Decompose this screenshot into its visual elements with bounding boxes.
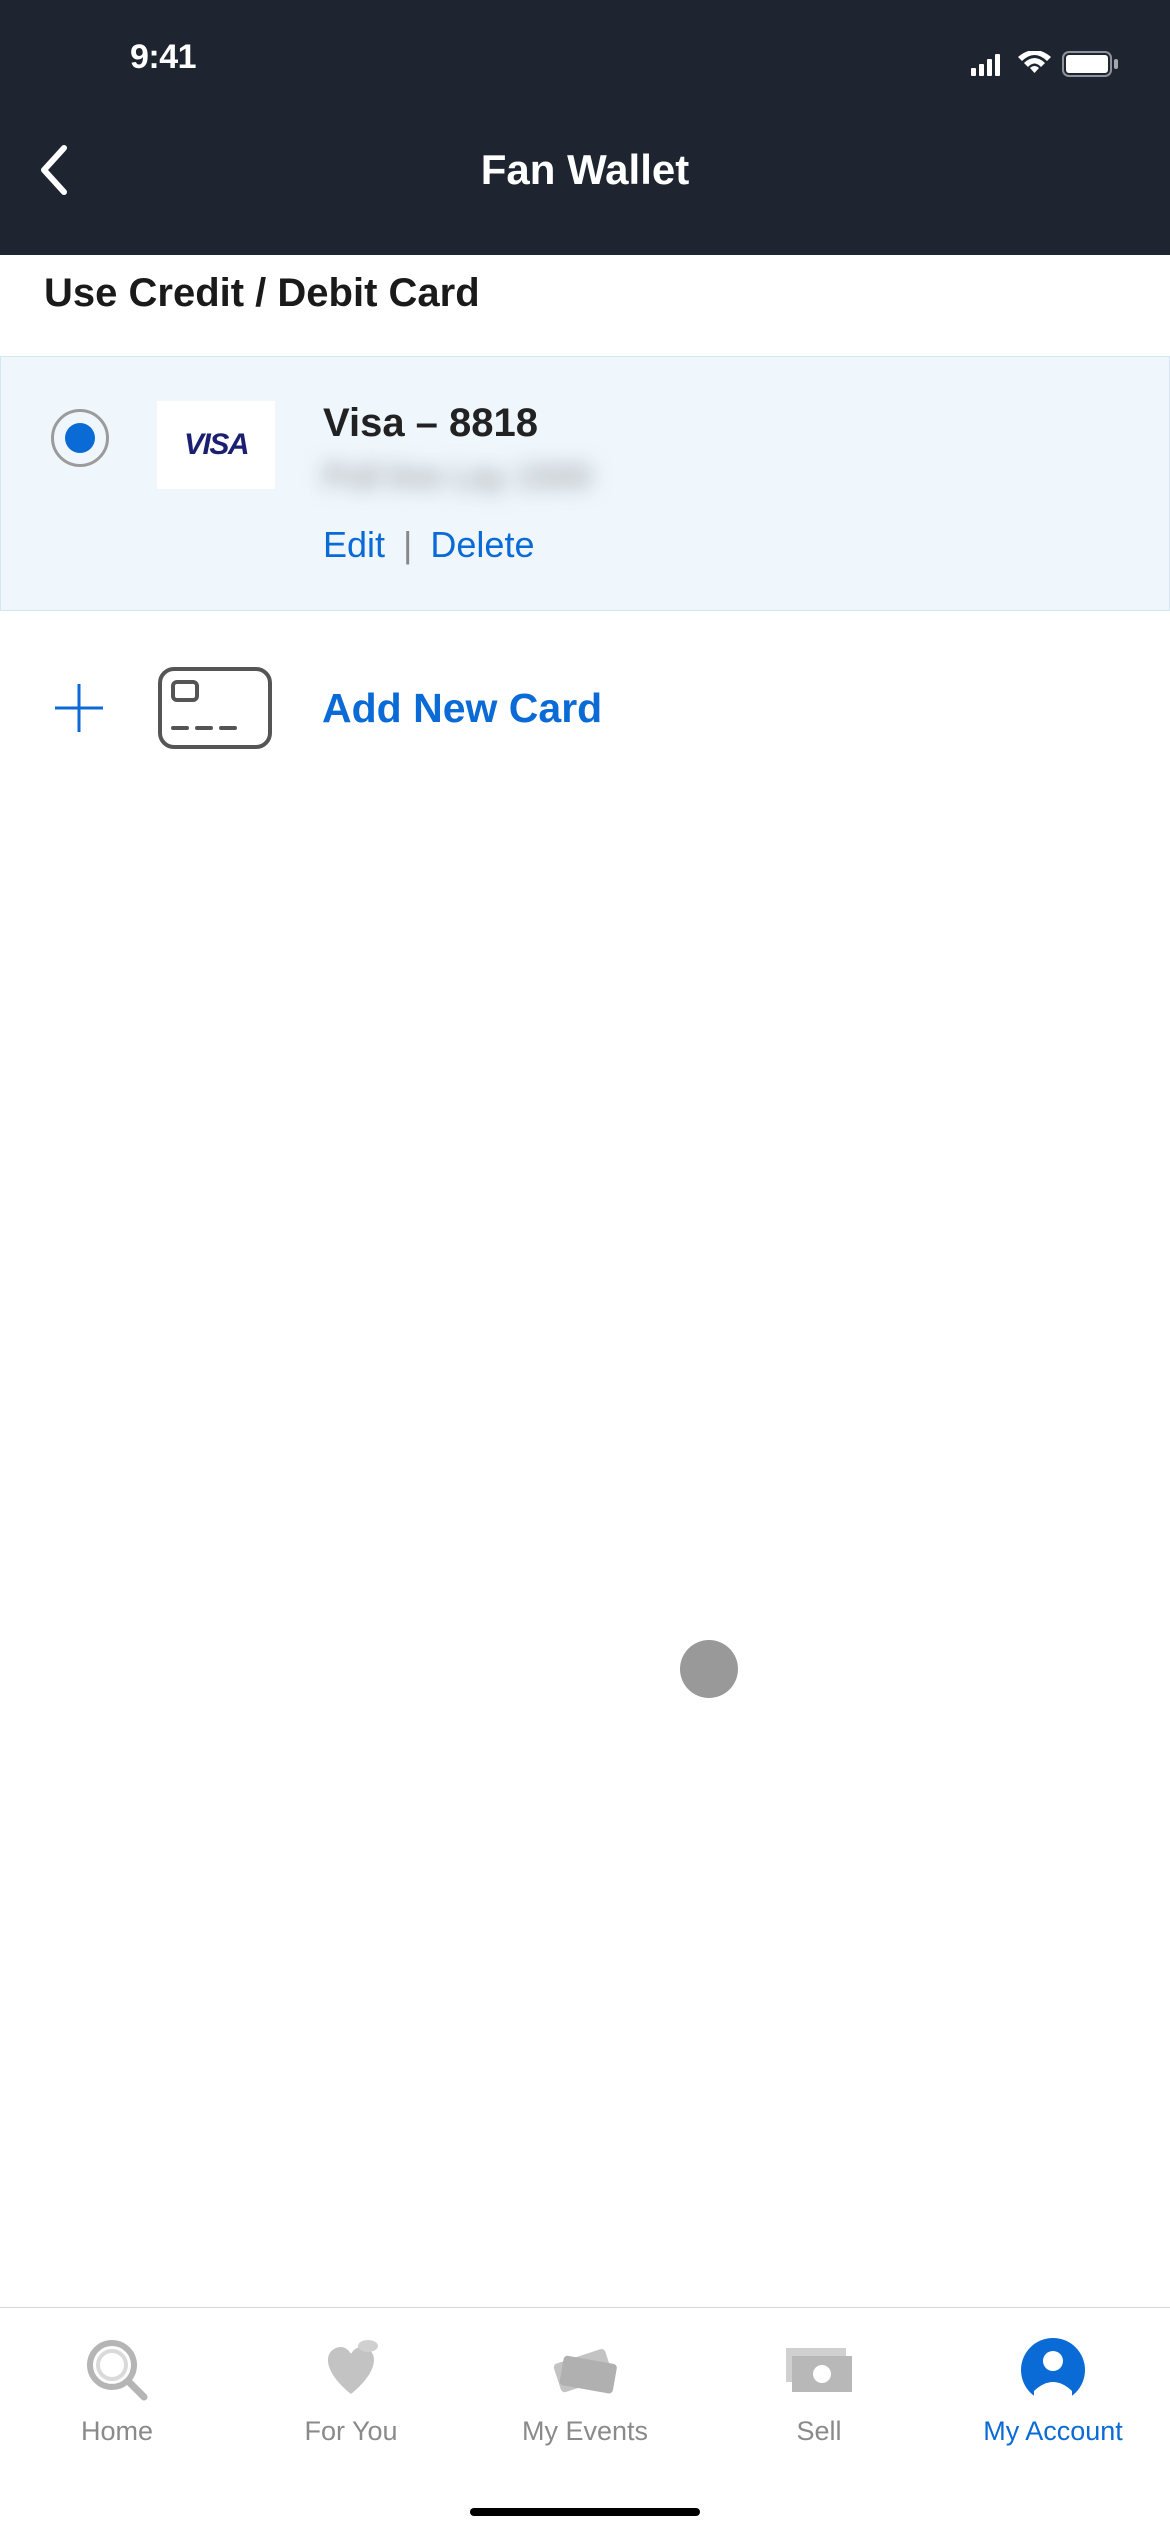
status-icons [971,51,1120,77]
chevron-left-icon [38,144,70,196]
card-actions: Edit | Delete [323,524,1119,566]
visa-logo-text: VISA [184,428,248,462]
back-button[interactable] [24,140,84,200]
search-icon [82,2336,152,2404]
tab-foryou-label: For You [304,2416,397,2447]
add-new-card-row[interactable]: Add New Card [0,611,1170,805]
tab-sell-label: Sell [796,2416,841,2447]
card-outline-icon [156,665,274,751]
wifi-icon [1017,51,1052,77]
add-new-card-label: Add New Card [322,685,602,732]
cash-icon [782,2336,856,2404]
page-title: Fan Wallet [0,146,1170,194]
touch-indicator [680,1640,738,1698]
cellular-icon [971,52,1007,76]
tickets-icon [548,2336,622,2404]
tab-myaccount-label: My Account [983,2416,1123,2447]
status-time: 9:41 [130,38,196,77]
battery-icon [1062,51,1120,77]
saved-card-row[interactable]: VISA Visa – 8818 Poll line Lay 1500 Edit… [0,356,1170,611]
section-title: Use Credit / Debit Card [0,255,1170,356]
tab-home[interactable]: Home [0,2320,234,2532]
tab-for-you[interactable]: For You [234,2320,468,2532]
tab-myevents-label: My Events [522,2416,648,2447]
card-title: Visa – 8818 [323,401,1119,446]
card-details: Visa – 8818 Poll line Lay 1500 Edit | De… [323,401,1119,566]
tab-home-label: Home [81,2416,153,2447]
account-icon [1020,2336,1086,2404]
plus-icon [50,679,108,737]
edit-link[interactable]: Edit [323,524,385,566]
card-subtitle-blurred: Poll line Lay 1500 [323,458,1119,506]
delete-link[interactable]: Delete [430,524,534,566]
tab-bar: Home For You My Events Sell My Account [0,2307,1170,2532]
radio-selected-dot [65,423,95,453]
tab-sell[interactable]: Sell [702,2320,936,2532]
tab-my-account[interactable]: My Account [936,2320,1170,2532]
tab-my-events[interactable]: My Events [468,2320,702,2532]
status-bar: 9:41 [0,0,1170,85]
pipe-divider: | [403,524,412,566]
card-radio[interactable] [51,409,109,467]
home-indicator[interactable] [470,2508,700,2516]
visa-badge: VISA [157,401,275,489]
heart-icon [316,2336,386,2404]
nav-header: Fan Wallet [0,85,1170,255]
